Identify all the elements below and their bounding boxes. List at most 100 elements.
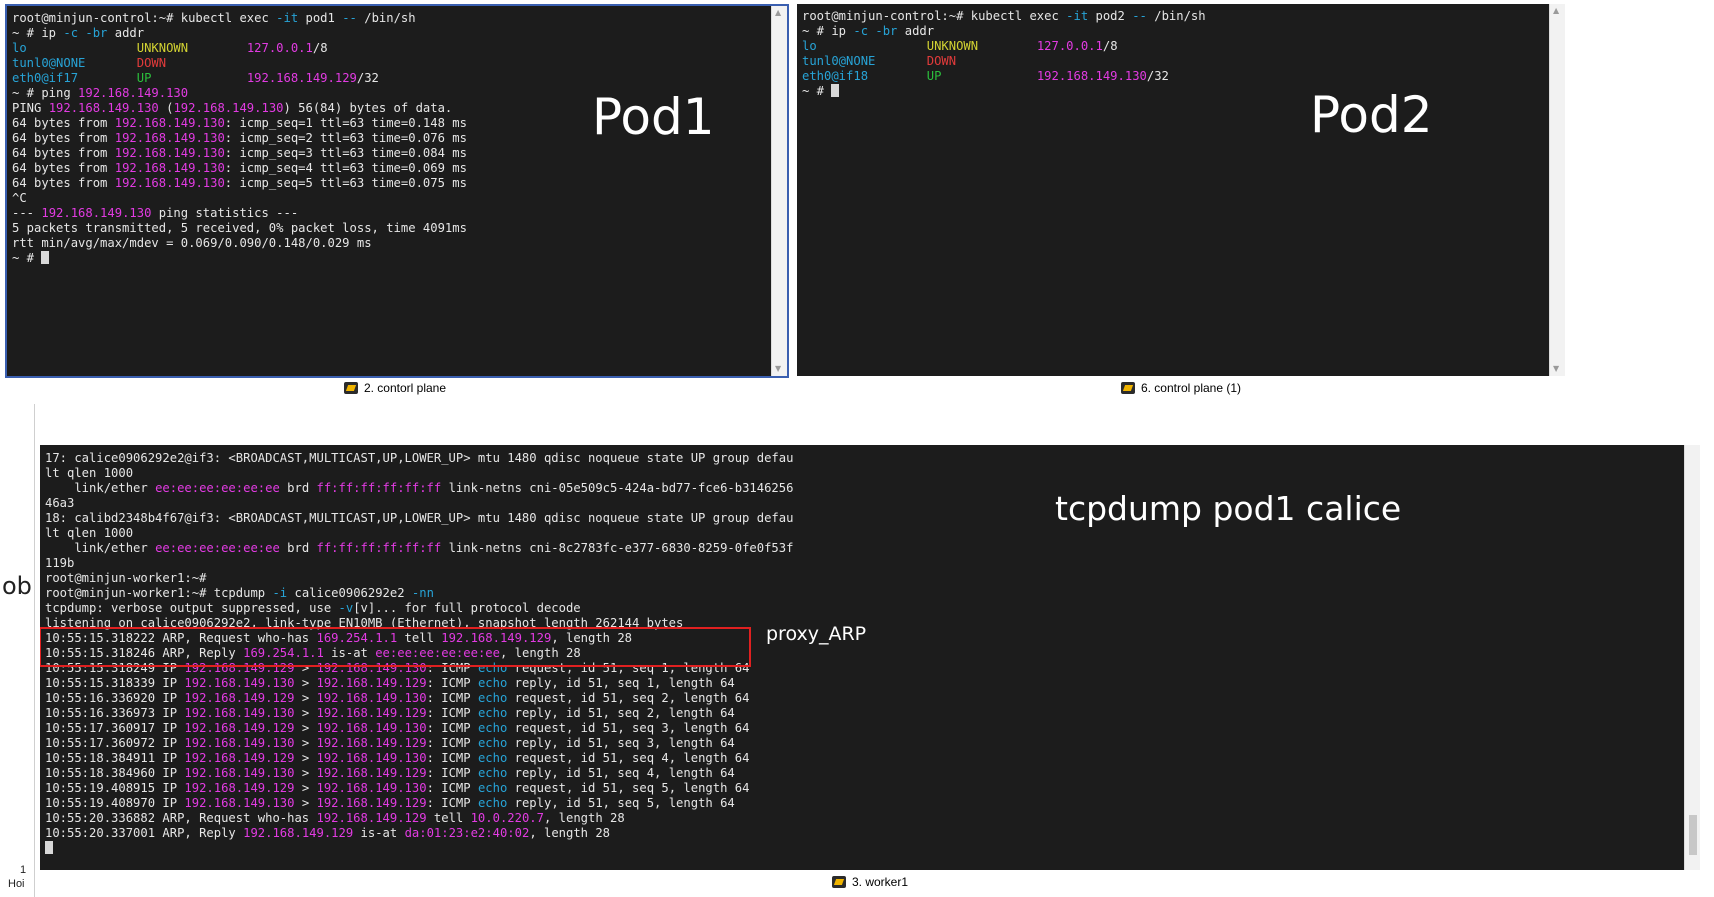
- terminal-text-segment: : ICMP: [426, 706, 478, 720]
- terminal-text-segment: is-at: [353, 826, 405, 840]
- terminal-text-segment: 192.168.149.129: [316, 706, 427, 720]
- pod2-terminal-pane[interactable]: root@minjun-control:~# kubectl exec -it …: [797, 4, 1565, 376]
- terminal-text-segment: brd: [279, 481, 317, 495]
- terminal-text-segment: echo: [477, 691, 508, 705]
- worker1-scroll-thumb[interactable]: [1689, 815, 1697, 855]
- terminal-text-segment: --: [342, 11, 357, 25]
- terminal-text-segment: 192.168.149.129: [246, 71, 357, 85]
- terminal-text-segment: request, id 51, seq 5, length 64: [507, 781, 750, 795]
- terminal-text-segment: ~ # ip: [12, 26, 64, 40]
- terminal-text-segment: reply, id 51, seq 1, length 64: [507, 676, 735, 690]
- terminal-text-segment: >: [294, 751, 317, 765]
- worker1-tab-caption[interactable]: 3. worker1: [40, 872, 1700, 892]
- terminal-text-segment: echo: [477, 721, 508, 735]
- terminal-line: PING 192.168.149.130 (192.168.149.130) 5…: [12, 101, 467, 116]
- terminal-line: 64 bytes from 192.168.149.130: icmp_seq=…: [12, 176, 467, 191]
- terminal-text-segment: reply, id 51, seq 3, length 64: [507, 736, 735, 750]
- terminal-text-segment: ff:ff:ff:ff:ff:ff: [316, 541, 442, 555]
- terminal-text-segment: , length 28: [543, 811, 625, 825]
- terminal-text-segment: /8: [312, 41, 328, 55]
- terminal-text-segment: 46a3: [45, 496, 75, 510]
- scroll-up-arrow-icon[interactable]: ▲: [1553, 6, 1559, 15]
- terminal-text-segment: 192.168.149.130: [41, 206, 152, 220]
- terminal-line: lo UNKNOWN 127.0.0.1/8: [802, 39, 1206, 54]
- terminal-line: link/ether ee:ee:ee:ee:ee:ee brd ff:ff:f…: [45, 541, 793, 556]
- pod1-terminal-pane[interactable]: root@minjun-control:~# kubectl exec -it …: [5, 4, 789, 378]
- scroll-down-arrow-icon[interactable]: ▼: [1553, 364, 1559, 373]
- terminal-line: root@minjun-worker1:~#: [45, 571, 793, 586]
- terminal-text-segment: 192.168.149.130: [1036, 69, 1147, 83]
- terminal-line: eth0@if18 UP 192.168.149.130/32: [802, 69, 1206, 84]
- terminal-line: 10:55:16.336973 IP 192.168.149.130 > 192…: [45, 706, 793, 721]
- terminal-text-segment: link/ether: [45, 541, 156, 555]
- terminal-text-segment: 192.168.149.130: [316, 721, 427, 735]
- terminal-text-segment: 192.168.149.129: [184, 781, 295, 795]
- terminal-text-segment: lt qlen 1000: [45, 466, 134, 480]
- terminal-text-segment: root@minjun-worker1:~#: [45, 571, 207, 585]
- terminal-text-segment: >: [294, 691, 317, 705]
- terminal-line: root@minjun-control:~# kubectl exec -it …: [802, 9, 1206, 24]
- terminal-text-segment: echo: [477, 676, 508, 690]
- terminal-text-segment: lt qlen 1000: [45, 526, 134, 540]
- pod2-terminal-output[interactable]: root@minjun-control:~# kubectl exec -it …: [802, 9, 1206, 99]
- terminal-text-segment: -c -br: [63, 26, 108, 40]
- terminal-text-segment: reply, id 51, seq 2, length 64: [507, 706, 735, 720]
- terminal-text-segment: DOWN: [136, 56, 167, 70]
- terminal-text-segment: 119b: [45, 556, 75, 570]
- terminal-text-segment: ) 56(84) bytes of data.: [283, 101, 453, 115]
- terminal-text-segment: : icmp_seq=3 ttl=63 time=0.084 ms: [224, 146, 467, 160]
- pod1-scrollbar[interactable]: ▲ ▼: [771, 6, 787, 376]
- terminal-text-segment: UP: [136, 71, 247, 85]
- scroll-down-arrow-icon[interactable]: ▼: [775, 364, 781, 373]
- terminal-text-segment: 127.0.0.1: [246, 41, 313, 55]
- terminal-line: root@minjun-worker1:~# tcpdump -i calice…: [45, 586, 793, 601]
- terminal-text-segment: , length 28: [529, 826, 611, 840]
- terminal-text-segment: reply, id 51, seq 5, length 64: [507, 796, 735, 810]
- terminal-text-segment: PING: [12, 101, 49, 115]
- pod1-caption-label: 2. contorl plane: [363, 381, 447, 395]
- pod1-terminal-output[interactable]: root@minjun-control:~# kubectl exec -it …: [12, 11, 467, 266]
- terminal-line: 10:55:20.337001 ARP, Reply 192.168.149.1…: [45, 826, 793, 841]
- worker1-terminal-pane[interactable]: 17: calice0906292e2@if3: <BROADCAST,MULT…: [40, 445, 1700, 870]
- pod2-scrollbar[interactable]: ▲ ▼: [1549, 4, 1565, 376]
- pod2-overlay-label: Pod2: [1310, 86, 1433, 144]
- terminal-text-segment: 192.168.149.130: [48, 101, 159, 115]
- terminal-text-segment: 64 bytes from: [12, 146, 115, 160]
- terminal-text-segment: UNKNOWN: [926, 39, 1037, 53]
- terminal-text-segment: 192.168.149.130: [184, 796, 295, 810]
- terminal-line: 64 bytes from 192.168.149.130: icmp_seq=…: [12, 146, 467, 161]
- terminal-text-segment: -it: [276, 11, 299, 25]
- worker1-scrollbar[interactable]: [1684, 445, 1700, 870]
- terminal-text-segment: tunl0@NONE: [802, 54, 927, 68]
- pod2-tab-caption[interactable]: 6. control plane (1): [797, 378, 1565, 398]
- terminal-text-segment: echo: [477, 736, 508, 750]
- terminal-line: ~ # ping 192.168.149.130: [12, 86, 467, 101]
- pod1-tab-caption[interactable]: 2. contorl plane: [5, 378, 785, 398]
- terminal-text-segment: 10:55:20.337001 ARP, Reply: [45, 826, 244, 840]
- terminal-text-segment: 192.168.149.130: [184, 736, 295, 750]
- pod2-caption-label: 6. control plane (1): [1140, 381, 1242, 395]
- terminal-line: ~ #: [802, 84, 1206, 99]
- terminal-line: lt qlen 1000: [45, 526, 793, 541]
- terminal-line: 10:55:19.408915 IP 192.168.149.129 > 192…: [45, 781, 793, 796]
- terminal-text-segment: ---: [12, 206, 42, 220]
- terminal-text-segment: 64 bytes from: [12, 116, 115, 130]
- terminal-cursor: [45, 841, 53, 854]
- left-partial-window: ob 1 Hoi: [0, 404, 35, 897]
- terminal-line: lt qlen 1000: [45, 466, 793, 481]
- terminal-text-segment: echo: [477, 796, 508, 810]
- terminal-text-segment: echo: [477, 781, 508, 795]
- scroll-up-arrow-icon[interactable]: ▲: [775, 8, 781, 17]
- terminal-text-segment: : ICMP: [426, 751, 478, 765]
- terminal-text-segment: 192.168.149.130: [114, 146, 225, 160]
- terminal-text-segment: 5 packets transmitted, 5 received, 0% pa…: [12, 221, 467, 235]
- terminal-text-segment: 10:55:16.336920 IP: [45, 691, 185, 705]
- pod1-overlay-label: Pod1: [592, 88, 715, 146]
- terminal-text-segment: 192.168.149.130: [316, 691, 427, 705]
- terminal-line: ~ # ip -c -br addr: [802, 24, 1206, 39]
- terminal-tab-icon: [343, 382, 358, 394]
- terminal-line: 10:55:19.408970 IP 192.168.149.130 > 192…: [45, 796, 793, 811]
- terminal-text-segment: addr: [897, 24, 935, 38]
- terminal-text-segment: -nn: [411, 586, 434, 600]
- terminal-text-segment: 192.168.149.129: [184, 751, 295, 765]
